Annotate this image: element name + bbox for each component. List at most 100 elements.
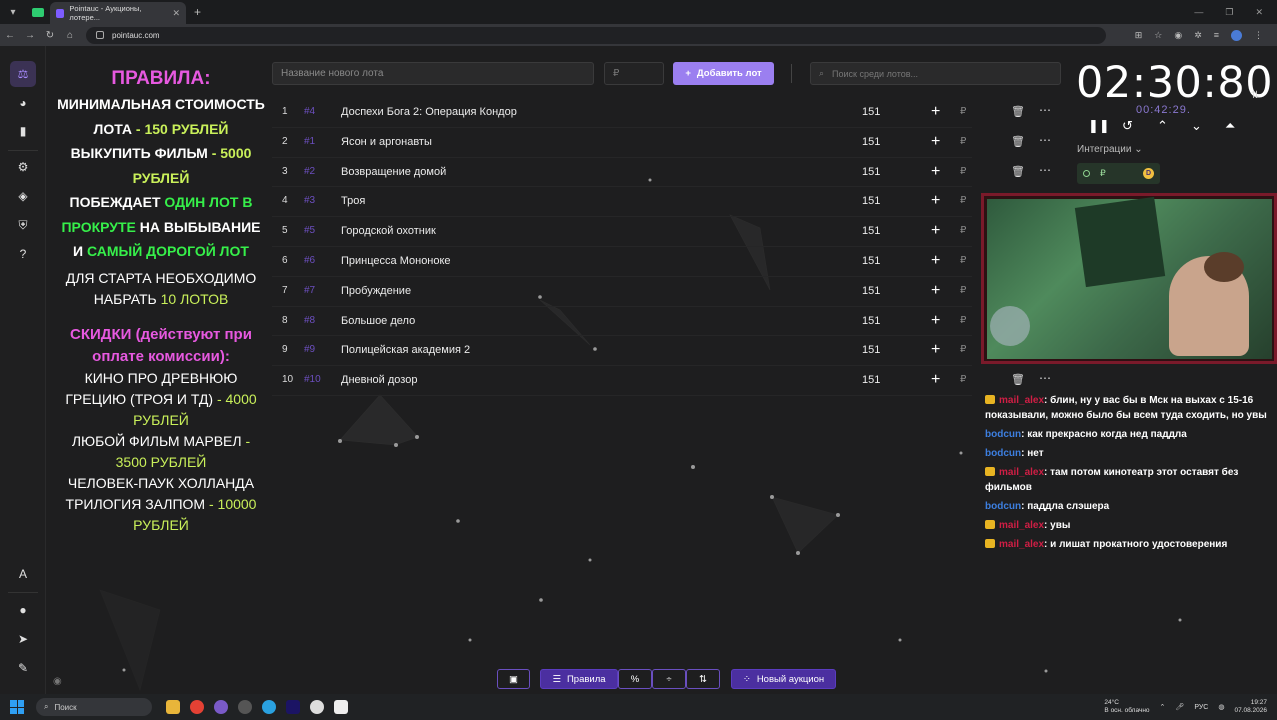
new-auction-button[interactable]: ⁘ Новый аукцион <box>731 669 836 689</box>
tools-icon[interactable]: ✎ <box>10 655 36 681</box>
add-amount-icon[interactable]: + <box>931 371 940 389</box>
wheel-icon[interactable]: ◕ <box>10 90 36 116</box>
delete-lot-icon[interactable]: 🗑︎ <box>1011 373 1025 386</box>
windows-start-icon[interactable] <box>10 700 24 714</box>
add-amount-icon[interactable]: + <box>931 163 940 181</box>
add-amount-icon[interactable]: + <box>931 222 940 240</box>
language-icon[interactable]: A <box>10 561 36 587</box>
lot-row[interactable]: 1 #4 Доспехи Бога 2: Операция Кондор 151 + ₽ <box>272 98 972 128</box>
rub-icon[interactable]: ₽ <box>960 374 966 385</box>
more-options-icon[interactable]: ⋯ <box>1039 163 1051 177</box>
add-amount-icon[interactable]: + <box>931 103 940 121</box>
rules-button[interactable]: ☰ Правила <box>540 669 618 689</box>
rub-icon[interactable]: ₽ <box>960 195 966 206</box>
tab-list-icon[interactable]: ▾ <box>4 3 22 21</box>
lot-amount[interactable]: 151 <box>862 106 880 118</box>
translate-icon[interactable]: ⊞ <box>1135 30 1143 41</box>
language-indicator[interactable]: РУС <box>1194 704 1208 711</box>
rub-icon[interactable]: ₽ <box>960 136 966 147</box>
extension-icon[interactable]: ◉ <box>1174 30 1182 41</box>
settings-gear-icon[interactable]: ⚙ <box>10 154 36 180</box>
lot-name[interactable]: Ясон и аргонавты <box>341 136 432 148</box>
lot-row[interactable]: 2 #1 Ясон и аргонавты 151 + ₽ <box>272 128 972 158</box>
lot-name[interactable]: Городской охотник <box>341 225 436 237</box>
close-tab-icon[interactable]: ✕ <box>172 8 180 19</box>
lot-row[interactable]: 7 #7 Пробуждение 151 + ₽ <box>272 277 972 307</box>
forward-icon[interactable]: → <box>20 30 40 41</box>
lot-name[interactable]: Дневной дозор <box>341 374 417 386</box>
lot-name[interactable]: Принцесса Мононоке <box>341 255 451 267</box>
rub-icon[interactable]: ₽ <box>960 106 966 117</box>
lot-row[interactable]: 5 #5 Городской охотник 151 + ₽ <box>272 217 972 247</box>
lot-amount[interactable]: 151 <box>862 166 880 178</box>
chat-username[interactable]: mail_alex <box>999 520 1044 531</box>
tray-chevron-icon[interactable]: ⌃ <box>1160 703 1166 711</box>
add-lot-button[interactable]: + Добавить лот <box>673 62 774 85</box>
chat-username[interactable]: mail_alex <box>999 395 1044 406</box>
lot-row[interactable]: 4 #3 Троя 151 + ₽ <box>272 187 972 218</box>
home-icon[interactable]: ⌂ <box>60 30 80 41</box>
add-amount-icon[interactable]: + <box>931 341 940 359</box>
delete-lot-icon[interactable]: 🗑︎ <box>1011 105 1025 118</box>
stats-icon[interactable]: ▮ <box>10 118 36 144</box>
new-lot-input[interactable]: Название нового лота <box>272 62 594 85</box>
lot-name[interactable]: Полицейская академия 2 <box>341 344 470 356</box>
pause-icon[interactable]: ❚❚ <box>1088 118 1110 134</box>
more-options-icon[interactable]: ⋯ <box>1039 103 1051 117</box>
close-window-icon[interactable]: ✕ <box>1255 7 1263 18</box>
add-amount-icon[interactable]: + <box>931 133 940 151</box>
weather-widget[interactable]: 24°C В осн. облачно <box>1104 699 1149 715</box>
file-explorer-icon[interactable] <box>166 700 180 714</box>
lot-name[interactable]: Доспехи Бога 2: Операция Кондор <box>341 106 517 118</box>
shield-icon[interactable]: ⛨ <box>10 212 36 238</box>
lot-amount[interactable]: 151 <box>862 195 880 207</box>
auction-hammer-icon[interactable]: ⚖ <box>10 61 36 87</box>
time-up-icon[interactable]: ⌃ <box>1157 118 1168 134</box>
obs-icon[interactable] <box>238 700 252 714</box>
network-icon[interactable]: ◍ <box>1218 703 1224 711</box>
lot-price-input[interactable]: ₽ <box>604 62 664 85</box>
mic-icon[interactable]: 🎤︎ <box>1175 703 1184 711</box>
add-amount-icon[interactable]: + <box>931 312 940 330</box>
browser-tab-active[interactable]: Pointauc - Аукционы, лотере... ✕ <box>50 2 186 24</box>
github-icon[interactable]: ● <box>10 597 36 623</box>
lot-amount[interactable]: 151 <box>862 255 880 267</box>
rub-icon[interactable]: ₽ <box>960 285 966 296</box>
chat-username[interactable]: mail_alex <box>999 467 1044 478</box>
visibility-eye-icon[interactable]: ◉ <box>53 676 62 687</box>
time-top-icon[interactable]: ⏶ <box>1225 118 1235 134</box>
lot-row[interactable]: 9 #9 Полицейская академия 2 151 + ₽ <box>272 336 972 367</box>
premiere-icon[interactable] <box>286 700 300 714</box>
rub-icon[interactable]: ₽ <box>960 225 966 236</box>
app3-icon[interactable] <box>334 700 348 714</box>
chat-username[interactable]: bodcun <box>985 501 1021 512</box>
app-icon[interactable] <box>214 700 228 714</box>
profile-avatar[interactable] <box>1231 29 1242 41</box>
lot-amount[interactable]: 151 <box>862 374 880 386</box>
add-amount-icon[interactable]: + <box>931 192 940 210</box>
lot-name[interactable]: Возвращение домой <box>341 166 446 178</box>
lot-amount[interactable]: 151 <box>862 225 880 237</box>
media-icon[interactable]: ≡ <box>1214 30 1219 40</box>
chat-username[interactable]: mail_alex <box>999 539 1044 550</box>
bookmark-star-icon[interactable]: ☆ <box>1154 30 1162 41</box>
delete-lot-icon[interactable]: 🗑︎ <box>1011 165 1025 178</box>
swap-timer-icon[interactable]: ⇅ <box>1251 90 1259 101</box>
reset-icon[interactable]: ↺ <box>1122 118 1133 134</box>
more-options-icon[interactable]: ⋯ <box>1039 371 1051 385</box>
lot-amount[interactable]: 151 <box>862 344 880 356</box>
lot-row[interactable]: 6 #6 Принцесса Мононоке 151 + ₽ <box>272 247 972 277</box>
rub-icon[interactable]: ₽ <box>960 344 966 355</box>
delete-lot-icon[interactable]: 🗑︎ <box>1011 135 1025 148</box>
back-icon[interactable]: ← <box>0 30 20 41</box>
help-icon[interactable]: ? <box>10 241 36 267</box>
lot-amount[interactable]: 151 <box>862 285 880 297</box>
reload-icon[interactable]: ↻ <box>40 30 60 41</box>
url-field[interactable]: pointauc.com <box>86 26 1106 44</box>
menu-icon[interactable]: ⋮ <box>1254 30 1263 41</box>
integrations-dropdown[interactable]: Интеграции ⌄ <box>1077 144 1143 155</box>
lot-amount[interactable]: 151 <box>862 136 880 148</box>
lot-name[interactable]: Троя <box>341 195 365 207</box>
lot-amount[interactable]: 151 <box>862 315 880 327</box>
minimize-icon[interactable]: — <box>1194 7 1203 18</box>
